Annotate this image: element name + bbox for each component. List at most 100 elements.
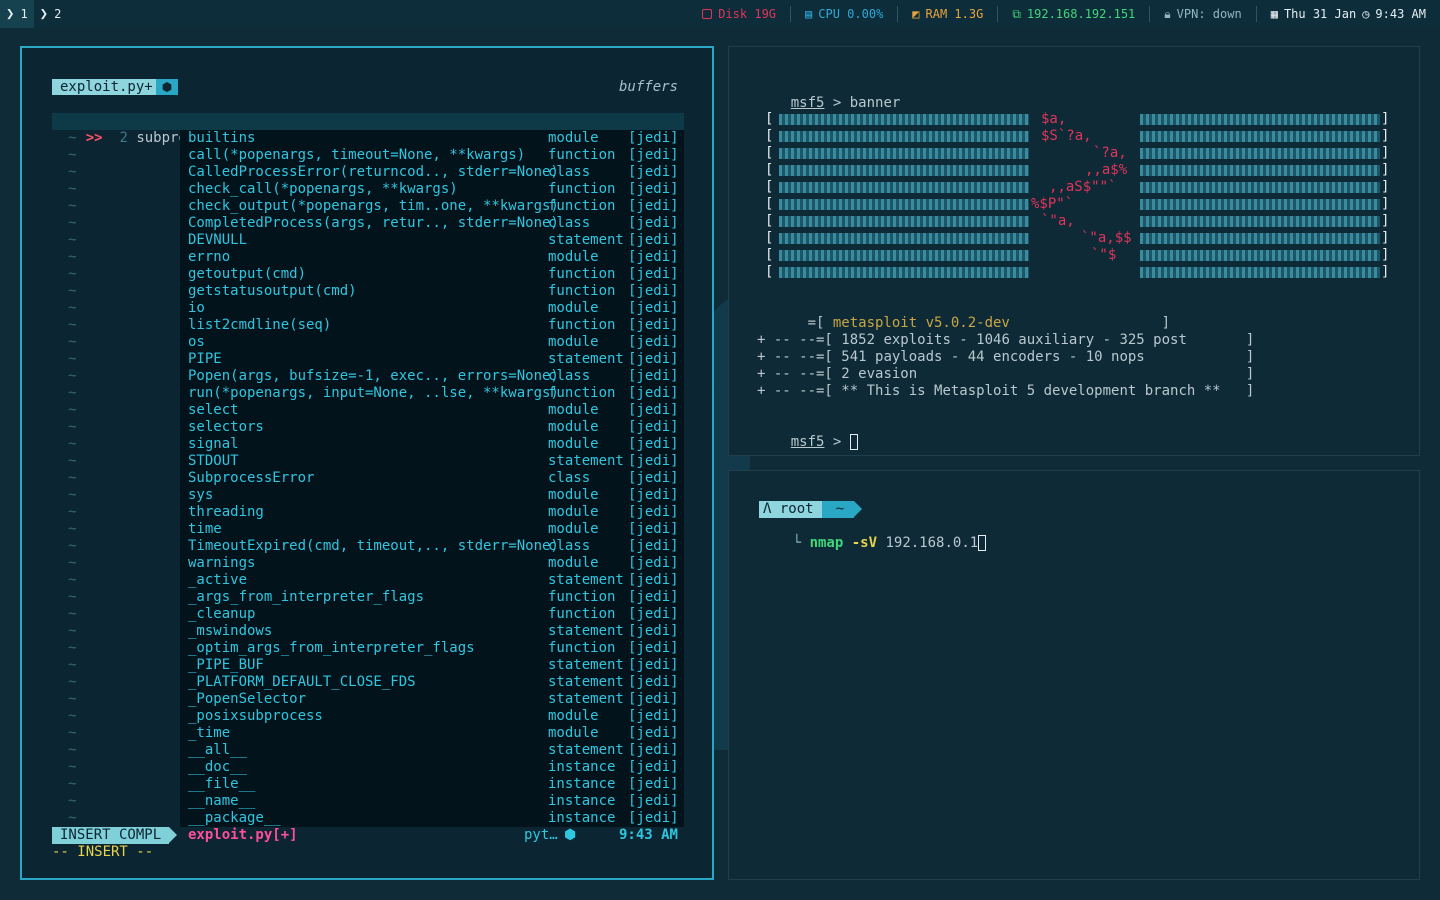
completion-item[interactable]: _time module [jedi] xyxy=(180,725,684,742)
banner-row: [] ,,aS$""` xyxy=(765,179,1390,195)
statusline-clock: 9:43 AM xyxy=(618,827,678,843)
cpu-icon: ▤ xyxy=(805,7,813,21)
metasploit-terminal-pane[interactable]: msf5 > banner [] $a,[] $S`?a,[] `?a,[] ,,a$%… xyxy=(728,46,1420,456)
network-icon: ⧉ xyxy=(1012,6,1021,21)
completion-item[interactable]: _PIPE_BUF statement [jedi] xyxy=(180,657,684,674)
disk-status: Disk 19G xyxy=(688,6,792,22)
completion-item[interactable]: Popen(args, bufsize=-1, exec.., errors=N… xyxy=(180,368,684,385)
ram-icon: ◩ xyxy=(912,7,920,21)
completion-item[interactable]: getstatusoutput(cmd) function [jedi] xyxy=(180,283,684,300)
buffers-label: buffers xyxy=(618,79,678,95)
completion-item[interactable]: call(*popenargs, timeout=None, **kwargs)… xyxy=(180,147,684,164)
completion-item[interactable]: warnings module [jedi] xyxy=(180,555,684,572)
shell-prompt: Λ root ~ xyxy=(759,500,863,518)
clock-icon: ◷ xyxy=(1362,7,1370,21)
cpu-status: ▤ CPU 0.00% xyxy=(791,6,899,22)
code-line[interactable]: 1 import subprocess xyxy=(52,96,271,129)
completion-item[interactable]: time module [jedi] xyxy=(180,521,684,538)
completion-item[interactable]: _active statement [jedi] xyxy=(180,572,684,589)
completion-item[interactable]: select module [jedi] xyxy=(180,402,684,419)
vim-statusline: INSERT COMPL exploit.py[+] pyt… ⬢ 9:43 A… xyxy=(52,827,684,844)
banner-row: [] %$P"` xyxy=(765,196,1390,212)
banner-row: [] ,,a$% xyxy=(765,162,1390,178)
msf-prompt-line[interactable]: msf5 > xyxy=(757,417,858,450)
completion-item[interactable]: _cleanup function [jedi] xyxy=(180,606,684,623)
completion-item[interactable]: __name__ instance [jedi] xyxy=(180,793,684,810)
calendar-icon: ▦ xyxy=(1270,7,1278,21)
completion-item[interactable]: sys module [jedi] xyxy=(180,487,684,504)
file-name: exploit.py[+] xyxy=(188,827,298,843)
completion-item[interactable]: _PLATFORM_DEFAULT_CLOSE_FDS statement [jed… xyxy=(180,674,684,691)
ip-status: ⧉ 192.168.192.151 xyxy=(998,6,1151,22)
completion-item[interactable]: io module [jedi] xyxy=(180,300,684,317)
sign-marker: >> xyxy=(85,130,103,146)
completion-item[interactable]: check_call(*popenargs, **kwargs) function… xyxy=(180,181,684,198)
banner-row: [] $a, xyxy=(765,111,1390,127)
completion-item[interactable]: SubprocessError class [jedi] xyxy=(180,470,684,487)
msf-command-line: msf5 > banner xyxy=(790,95,901,111)
completion-item[interactable]: _args_from_interpreter_flags function [jed… xyxy=(180,589,684,606)
completion-item[interactable]: __file__ instance [jedi] xyxy=(180,776,684,793)
lock-icon: 🔒︎ xyxy=(1164,6,1171,21)
banner-row: [] `"a, xyxy=(765,213,1390,229)
completion-item[interactable]: builtins module [jedi] xyxy=(180,130,684,147)
status-area: Disk 19G ▤ CPU 0.00% ◩ RAM 1.3G ⧉ 192.16… xyxy=(688,0,1426,28)
completion-item[interactable]: run(*popenargs, input=None, ..lse, **kwa… xyxy=(180,385,684,402)
top-bar: ❯ 1 ❯ 2 Disk 19G ▤ CPU 0.00% ◩ RAM 1.3G … xyxy=(0,0,1440,28)
terminal-cursor xyxy=(978,535,987,551)
buffer-tab[interactable]: exploit.py+ xyxy=(52,79,169,95)
mode-indicator: INSERT COMPL xyxy=(52,827,178,844)
vim-tabline: exploit.py+ ⬢ buffers xyxy=(52,79,684,95)
python-icon: ⬢ xyxy=(156,79,178,95)
completion-item[interactable]: threading module [jedi] xyxy=(180,504,684,521)
completion-item[interactable]: selectors module [jedi] xyxy=(180,419,684,436)
vpn-status: 🔒︎ VPN: down xyxy=(1150,6,1257,22)
completion-item[interactable]: TimeoutExpired(cmd, timeout,.., stderr=N… xyxy=(180,538,684,555)
completion-item[interactable]: CalledProcessError(returncod.., stderr=N… xyxy=(180,164,684,181)
completion-item[interactable]: signal module [jedi] xyxy=(180,436,684,453)
completion-item[interactable]: PIPE statement [jedi] xyxy=(180,351,684,368)
vim-cmdline: -- INSERT -- xyxy=(52,844,154,860)
msf-info-line: + -- --=[ 1852 exploits - 1046 auxiliary… xyxy=(757,332,1255,348)
vim-editor-pane[interactable]: exploit.py+ ⬢ buffers 1 import subproces… xyxy=(20,46,714,880)
ram-status: ◩ RAM 1.3G xyxy=(898,6,999,22)
prompt-dir-segment: ~ xyxy=(821,500,863,518)
completion-item[interactable]: check_output(*popenargs, tim..one, **kwa… xyxy=(180,198,684,215)
banner-row: [] `"a,$$ xyxy=(765,230,1390,246)
completion-item[interactable]: CompletedProcess(args, retur.., stderr=N… xyxy=(180,215,684,232)
msf-ascii-banner: [] $a,[] $S`?a,[] `?a,[] ,,a$%[] ,,aS$""`[] %$… xyxy=(765,111,1390,281)
msf-info-line: + -- --=[ 2 evasion ] xyxy=(757,366,1255,382)
completion-item[interactable]: __all__ statement [jedi] xyxy=(180,742,684,759)
code-line-current[interactable]: >> 2 subprocess. xyxy=(52,113,684,146)
completion-item[interactable]: os module [jedi] xyxy=(180,334,684,351)
disk-icon xyxy=(702,9,713,19)
completion-item[interactable]: __doc__ instance [jedi] xyxy=(180,759,684,776)
completion-item[interactable]: _optim_args_from_interpreter_flags functi… xyxy=(180,640,684,657)
msf-info-line: + -- --=[ 541 payloads - 44 encoders - 1… xyxy=(757,349,1255,365)
completion-item[interactable]: getoutput(cmd) function [jedi] xyxy=(180,266,684,283)
completion-item[interactable]: list2cmdline(seq) function [jedi] xyxy=(180,317,684,334)
banner-row: [] $S`?a, xyxy=(765,128,1390,144)
banner-row: [] `"$ xyxy=(765,247,1390,263)
banner-row: [] `?a, xyxy=(765,145,1390,161)
empty-line-markers: ~ ~ ~ ~ ~ ~ ~ ~ ~ ~ ~ ~ ~ ~ ~ ~ ~ ~ ~ ~ … xyxy=(68,130,77,826)
msf-info-line: =[ metasploit v5.0.2-dev ] xyxy=(757,315,1171,331)
linux-icon: Λ xyxy=(763,500,772,517)
completion-item[interactable]: STDOUT statement [jedi] xyxy=(180,453,684,470)
terminal-chevron-icon: ❯ xyxy=(6,6,15,22)
completion-popup[interactable]: builtins module [jedi] call(*popenargs, tim… xyxy=(180,130,684,828)
completion-item[interactable]: _posixsubprocess module [jedi] xyxy=(180,708,684,725)
banner-row: [] xyxy=(765,264,1390,280)
completion-item[interactable]: errno module [jedi] xyxy=(180,249,684,266)
completion-item[interactable]: _PopenSelector statement [jedi] xyxy=(180,691,684,708)
terminal-chevron-icon: ❯ xyxy=(39,6,49,22)
terminal-cursor xyxy=(849,434,858,450)
completion-item[interactable]: __package__ instance [jedi] xyxy=(180,810,684,827)
workspace-2[interactable]: ❯ 2 xyxy=(34,0,68,28)
prompt-user-segment: Λ root xyxy=(759,500,822,518)
completion-item[interactable]: _mswindows statement [jedi] xyxy=(180,623,684,640)
shell-command-line[interactable]: └ nmap -sV 192.168.0.1 xyxy=(759,518,987,551)
workspace-1[interactable]: ❯ 1 xyxy=(0,0,34,28)
shell-terminal-pane[interactable]: Λ root ~ └ nmap -sV 192.168.0.1 xyxy=(728,470,1420,880)
completion-item[interactable]: DEVNULL statement [jedi] xyxy=(180,232,684,249)
